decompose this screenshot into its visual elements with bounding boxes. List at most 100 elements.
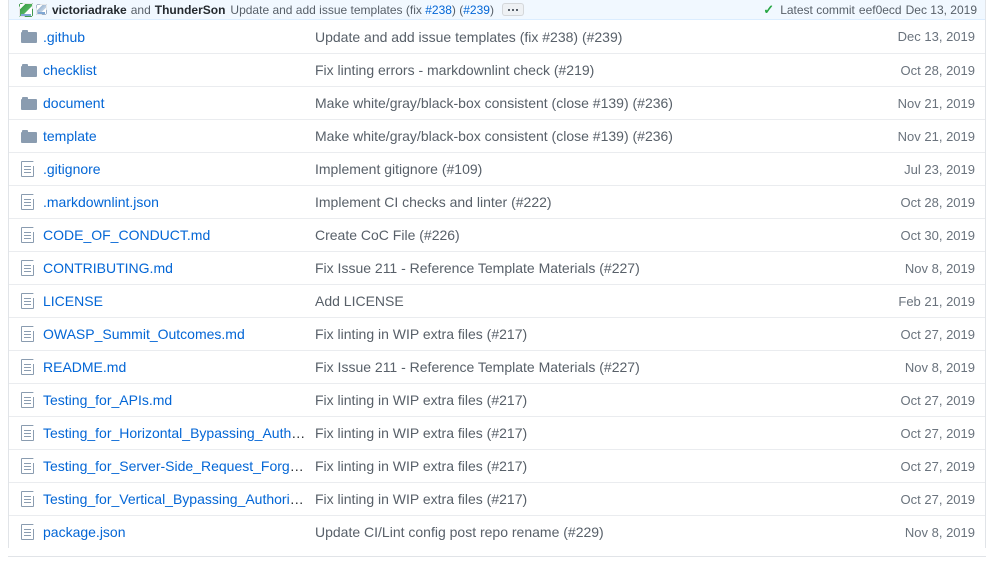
file-icon-cell bbox=[21, 63, 43, 77]
file-name-cell: CODE_OF_CONDUCT.md bbox=[43, 227, 315, 243]
commit-message-text: Fix Issue 211 - Reference Template Mater… bbox=[315, 260, 640, 276]
commit-message-cell: Implement CI checks and linter (#222) bbox=[315, 194, 855, 210]
file-icon-cell bbox=[21, 425, 43, 441]
file-icon-cell bbox=[21, 491, 43, 507]
commit-date-cell: Nov 21, 2019 bbox=[897, 128, 975, 144]
commit-date: Dec 13, 2019 bbox=[905, 2, 977, 17]
commit-message-cell: Fix linting in WIP extra files (#217) bbox=[315, 458, 855, 474]
file-name-link[interactable]: checklist bbox=[43, 62, 97, 78]
file-icon-cell bbox=[21, 30, 43, 43]
commit-message-cell: Make white/gray/black-box consistent (cl… bbox=[315, 128, 855, 144]
file-name-cell: .gitignore bbox=[43, 161, 315, 177]
avatar[interactable] bbox=[36, 4, 47, 15]
file-icon bbox=[21, 425, 34, 441]
commit-expand-button[interactable] bbox=[501, 3, 524, 16]
file-icon-cell bbox=[21, 161, 43, 177]
file-icon-cell bbox=[21, 96, 43, 110]
commit-message-abbr[interactable]: fix bbox=[524, 28, 539, 45]
file-name-cell: .github bbox=[43, 29, 315, 45]
file-name-link[interactable]: README.md bbox=[43, 359, 126, 375]
table-row: package.json Update CI/Lint config post r… bbox=[9, 515, 985, 548]
commit-message-cell: Fix Issue 211 - Reference Template Mater… bbox=[315, 359, 855, 375]
dot-icon bbox=[507, 8, 510, 11]
file-name-link[interactable]: CONTRIBUTING.md bbox=[43, 260, 173, 276]
file-name-cell: Testing_for_Server-Side_Request_Forgery… bbox=[43, 458, 315, 474]
file-icon bbox=[21, 227, 34, 243]
file-icon-cell bbox=[21, 194, 43, 210]
commit-message-cell: Fix linting in WIP extra files (#217) bbox=[315, 491, 855, 507]
commit-author-primary[interactable]: victoriadrake bbox=[52, 3, 127, 17]
commit-message-suffix: ) bbox=[489, 2, 494, 17]
commit-message: Update and add issue templates (fix #238… bbox=[230, 2, 494, 17]
table-row: CODE_OF_CONDUCT.md Create CoC File (#226)… bbox=[9, 218, 985, 251]
latest-commit-label: Latest commit bbox=[780, 2, 855, 17]
commit-message-abbr[interactable]: fix bbox=[409, 2, 422, 17]
file-name-cell: .markdownlint.json bbox=[43, 194, 315, 210]
folder-icon bbox=[21, 30, 37, 43]
table-row: template Make white/gray/black-box consis… bbox=[9, 119, 985, 152]
file-name-link[interactable]: package.json bbox=[43, 524, 126, 540]
commit-date-cell: Nov 8, 2019 bbox=[904, 524, 975, 540]
file-name-cell: Testing_for_APIs.md bbox=[43, 392, 315, 408]
file-name-link[interactable]: LICENSE bbox=[43, 293, 103, 309]
file-icon bbox=[21, 359, 34, 375]
table-row: .github Update and add issue templates (f… bbox=[9, 20, 985, 53]
file-icon bbox=[21, 293, 34, 309]
latest-commit-header: victoriadrake and ThunderSon Update and … bbox=[9, 0, 985, 20]
commit-message-abbr[interactable]: close bbox=[556, 95, 589, 111]
file-name-link[interactable]: OWASP_Summit_Outcomes.md bbox=[43, 326, 245, 342]
avatar[interactable] bbox=[19, 2, 33, 17]
issue-link-238[interactable]: #238 bbox=[425, 3, 452, 17]
check-icon: ✓ bbox=[763, 2, 775, 17]
commit-message-text: Fix linting in WIP extra files (#217) bbox=[315, 458, 528, 474]
table-row: CONTRIBUTING.md Fix Issue 211 - Reference… bbox=[9, 251, 985, 284]
file-name-cell: Testing_for_Horizontal_Bypassing_Author… bbox=[43, 425, 315, 441]
commit-message-middle: ) ( bbox=[451, 2, 464, 17]
commit-message-text: Make white/gray/black-box consistent ( bbox=[315, 95, 557, 111]
file-name-link[interactable]: .markdownlint.json bbox=[43, 194, 159, 210]
file-name-link[interactable]: Testing_for_Server-Side_Request_Forgery… bbox=[43, 458, 315, 474]
file-icon bbox=[21, 161, 34, 177]
commit-message-text: Add LICENSE bbox=[315, 293, 404, 309]
file-icon bbox=[21, 194, 34, 210]
file-name-link[interactable]: .gitignore bbox=[43, 161, 101, 177]
folder-icon bbox=[21, 96, 37, 110]
file-icon-cell bbox=[21, 293, 43, 309]
commit-date-cell: Oct 28, 2019 bbox=[900, 194, 975, 210]
commit-author-secondary[interactable]: ThunderSon bbox=[155, 3, 226, 17]
file-name-link[interactable]: template bbox=[43, 128, 97, 144]
commit-message-text: Fix linting in WIP extra files (#217) bbox=[315, 392, 528, 408]
table-row: OWASP_Summit_Outcomes.md Fix linting in W… bbox=[9, 317, 985, 350]
table-row: Testing_for_Server-Side_Request_Forgery…… bbox=[9, 449, 985, 482]
commit-message-text-post: #238) (#239) bbox=[538, 28, 623, 45]
table-row: .gitignore Implement gitignore (#109) Jul … bbox=[9, 152, 985, 185]
file-name-link[interactable]: .github bbox=[43, 29, 85, 45]
commit-message-cell: Implement gitignore (#109) bbox=[315, 161, 855, 177]
file-name-cell: OWASP_Summit_Outcomes.md bbox=[43, 326, 315, 342]
commit-sha[interactable]: eef0ecd bbox=[859, 3, 902, 17]
commit-date-cell: Nov 21, 2019 bbox=[897, 95, 975, 111]
table-row: .markdownlint.json Implement CI checks an… bbox=[9, 185, 985, 218]
table-row: Testing_for_Vertical_Bypassing_Authoriza… bbox=[9, 482, 985, 515]
commit-message-text: Make white/gray/black-box consistent ( bbox=[315, 128, 557, 144]
commit-message-cell: Update CI/Lint config post repo rename (… bbox=[315, 524, 855, 540]
commit-message-abbr[interactable]: close bbox=[556, 128, 589, 144]
commit-message-cell: Fix linting in WIP extra files (#217) bbox=[315, 425, 855, 441]
file-name-link[interactable]: CODE_OF_CONDUCT.md bbox=[43, 227, 210, 243]
file-name-link[interactable]: Testing_for_APIs.md bbox=[43, 392, 172, 408]
commit-date-cell: Nov 8, 2019 bbox=[904, 359, 975, 375]
issue-link-239[interactable]: #239 bbox=[463, 3, 490, 17]
commit-message-text: Fix linting errors - markdownlint check … bbox=[315, 62, 595, 78]
table-row: Testing_for_APIs.md Fix linting in WIP ex… bbox=[9, 383, 985, 416]
commit-message-text: Implement CI checks and linter (#222) bbox=[315, 194, 552, 210]
commit-message-text: Fix linting in WIP extra files (#217) bbox=[315, 425, 528, 441]
file-name-cell: CONTRIBUTING.md bbox=[43, 260, 315, 276]
commit-message-text: Fix linting in WIP extra files (#217) bbox=[315, 326, 528, 342]
commit-date-cell: Oct 27, 2019 bbox=[900, 491, 975, 507]
file-name-cell: LICENSE bbox=[43, 293, 315, 309]
commit-author-conjunction: and bbox=[130, 2, 151, 17]
file-name-link[interactable]: document bbox=[43, 95, 104, 111]
file-icon bbox=[21, 524, 34, 540]
file-name-link[interactable]: Testing_for_Horizontal_Bypassing_Author… bbox=[43, 425, 315, 441]
file-name-link[interactable]: Testing_for_Vertical_Bypassing_Authoriza… bbox=[43, 491, 315, 507]
